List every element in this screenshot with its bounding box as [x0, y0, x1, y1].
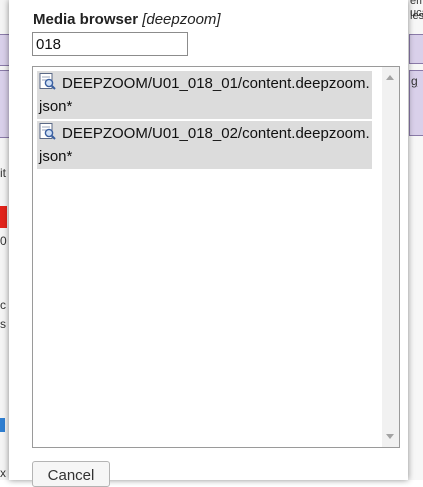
background-text: c	[0, 298, 6, 312]
dialog-title-text: Media browser	[33, 11, 139, 28]
list-item-label: DEEPZOOM/U01_018_02/content.deepzoom.jso…	[39, 125, 370, 165]
background-text: les	[410, 10, 423, 22]
list-item-label: DEEPZOOM/U01_018_01/content.deepzoom.jso…	[39, 75, 370, 115]
list-item[interactable]: DEEPZOOM/U01_018_01/content.deepzoom.jso…	[37, 71, 372, 119]
scroll-up-arrow-icon[interactable]	[386, 75, 394, 80]
list-item[interactable]: DEEPZOOM/U01_018_02/content.deepzoom.jso…	[37, 121, 372, 169]
background-marker	[0, 418, 5, 432]
background-text: x	[0, 466, 6, 480]
dialog-title-context: [deepzoom]	[142, 11, 221, 28]
background-text: s	[0, 317, 6, 331]
background-text: 0	[0, 234, 7, 248]
dialog-title: Media browser [deepzoom]	[33, 11, 221, 28]
background-badge	[0, 206, 7, 228]
cancel-button[interactable]: Cancel	[32, 461, 110, 487]
json-file-icon	[39, 73, 58, 96]
json-file-icon	[39, 123, 58, 146]
search-input[interactable]	[32, 32, 188, 56]
background-text: g	[411, 74, 418, 88]
background-text: it	[0, 166, 6, 180]
list-scrollbar[interactable]	[382, 67, 399, 447]
scroll-down-arrow-icon[interactable]	[386, 434, 394, 439]
background-panel	[409, 34, 423, 64]
media-browser-dialog: Media browser [deepzoom] DEEPZOOM/U01_01…	[9, 0, 408, 487]
media-file-list[interactable]: DEEPZOOM/U01_018_01/content.deepzoom.jso…	[32, 66, 400, 448]
